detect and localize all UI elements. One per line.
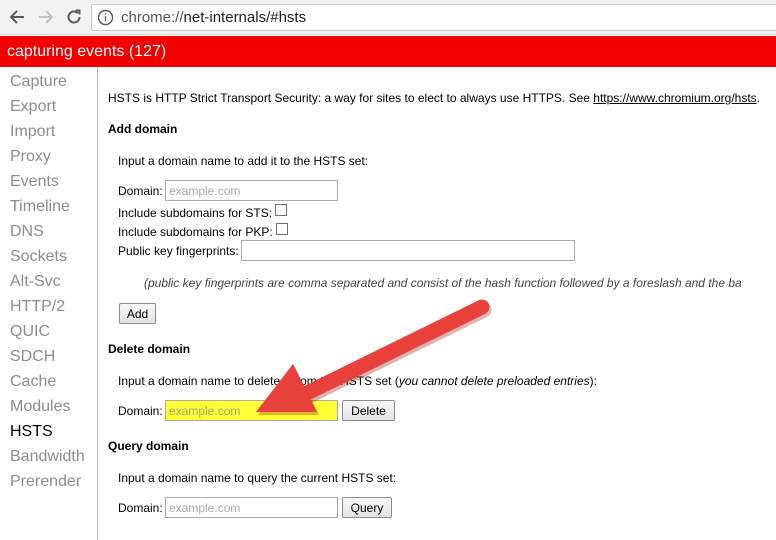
- info-icon: [97, 9, 114, 26]
- capturing-banner: capturing events (127): [0, 36, 776, 67]
- chromium-hsts-link[interactable]: https://www.chromium.org/hsts: [593, 91, 756, 105]
- forward-button[interactable]: [36, 7, 56, 27]
- pkp-subdomains-label: Include subdomains for PKP:: [118, 225, 273, 239]
- query-button[interactable]: Query: [342, 497, 392, 518]
- browser-toolbar: chrome://net-internals/#hsts: [0, 0, 776, 35]
- back-button[interactable]: [7, 7, 27, 27]
- address-url: chrome://net-internals/#hsts: [121, 9, 307, 26]
- sidebar-item-modules[interactable]: Modules: [10, 398, 70, 416]
- address-bar[interactable]: chrome://net-internals/#hsts: [91, 4, 776, 31]
- sts-subdomains-label: Include subdomains for STS:: [118, 206, 273, 220]
- intro-paragraph: HSTS is HTTP Strict Transport Security: …: [108, 91, 761, 105]
- sts-subdomains-checkbox[interactable]: [275, 204, 287, 216]
- add-button[interactable]: Add: [119, 303, 156, 324]
- reload-button[interactable]: [64, 7, 84, 27]
- fingerprints-label: Public key fingerprints:: [118, 244, 239, 258]
- hsts-panel: HSTS is HTTP Strict Transport Security: …: [108, 67, 776, 540]
- fingerprints-note: (public key fingerprints are comma separ…: [144, 276, 742, 290]
- sidebar-item-bandwidth[interactable]: Bandwidth: [10, 448, 85, 466]
- query-domain-input[interactable]: [165, 497, 338, 518]
- query-domain-title: Query domain: [108, 439, 189, 453]
- sidebar: Capture Export Import Proxy Events Timel…: [0, 67, 98, 540]
- sidebar-item-export[interactable]: Export: [10, 98, 56, 116]
- banner-text: capturing events (127): [7, 43, 167, 60]
- add-domain-title: Add domain: [108, 122, 178, 136]
- arrow-left-icon: [9, 10, 24, 24]
- sidebar-item-alt-svc[interactable]: Alt-Svc: [10, 273, 61, 291]
- sidebar-item-proxy[interactable]: Proxy: [10, 148, 51, 166]
- delete-domain-title: Delete domain: [108, 342, 191, 356]
- sidebar-item-cache[interactable]: Cache: [10, 373, 56, 391]
- delete-domain-input[interactable]: [165, 400, 338, 421]
- sidebar-item-dns[interactable]: DNS: [10, 223, 44, 241]
- add-domain-instruction: Input a domain name to add it to the HST…: [118, 154, 369, 168]
- sidebar-item-http2[interactable]: HTTP/2: [10, 298, 65, 316]
- sidebar-item-timeline[interactable]: Timeline: [10, 198, 70, 216]
- arrow-right-icon: [39, 10, 54, 24]
- pkp-subdomains-checkbox[interactable]: [276, 223, 288, 235]
- sidebar-item-sdch[interactable]: SDCH: [10, 348, 55, 366]
- sidebar-item-hsts[interactable]: HSTS: [10, 423, 53, 441]
- delete-domain-instruction: Input a domain name to delete it from th…: [118, 374, 597, 388]
- sidebar-item-sockets[interactable]: Sockets: [10, 248, 67, 266]
- reload-icon: [67, 9, 81, 24]
- add-domain-input[interactable]: [165, 180, 338, 201]
- fingerprints-input[interactable]: [241, 240, 575, 261]
- add-domain-label: Domain:: [118, 184, 163, 198]
- query-domain-label: Domain:: [118, 501, 163, 515]
- sidebar-item-prerender[interactable]: Prerender: [10, 473, 81, 491]
- sidebar-item-import[interactable]: Import: [10, 123, 55, 141]
- sidebar-item-capture[interactable]: Capture: [10, 73, 67, 91]
- delete-button[interactable]: Delete: [342, 400, 395, 421]
- query-domain-instruction: Input a domain name to query the current…: [118, 471, 397, 485]
- sidebar-item-events[interactable]: Events: [10, 173, 59, 191]
- delete-domain-label: Domain:: [118, 404, 163, 418]
- sidebar-item-quic[interactable]: QUIC: [10, 323, 50, 341]
